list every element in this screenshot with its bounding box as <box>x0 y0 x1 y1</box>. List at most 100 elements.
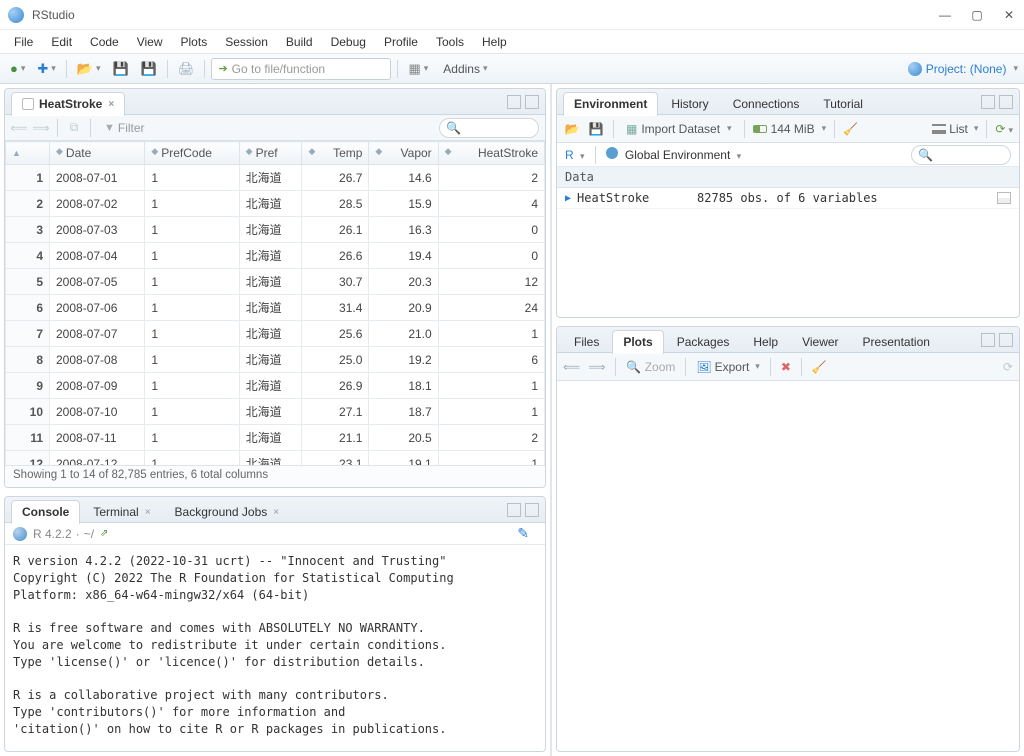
column-header-prefcode[interactable]: ◆PrefCode <box>145 142 239 165</box>
tab-terminal[interactable]: Terminal× <box>82 500 161 524</box>
new-project-button[interactable]: ✚▾ <box>33 58 59 80</box>
env-search-input[interactable]: 🔍 <box>911 145 1011 165</box>
table-row[interactable]: 92008-07-091北海道26.918.11 <box>6 373 545 399</box>
pane-maximize-icon[interactable] <box>999 333 1013 347</box>
menu-help[interactable]: Help <box>474 33 515 51</box>
open-file-button[interactable]: 📂▾ <box>73 58 105 80</box>
tab-environment[interactable]: Environment <box>563 92 658 116</box>
tab-plots[interactable]: Plots <box>612 330 663 354</box>
clear-workspace-icon[interactable]: 🧹 <box>843 122 858 136</box>
grid-tool-button[interactable]: ▦▾ <box>404 58 432 80</box>
table-row[interactable]: 72008-07-071北海道25.621.01 <box>6 321 545 347</box>
table-row[interactable]: 22008-07-021北海道28.515.94 <box>6 191 545 217</box>
close-button[interactable]: ✕ <box>1002 8 1016 22</box>
env-scope-selector[interactable]: Global Environment ▾ <box>606 147 742 162</box>
addins-menu[interactable]: Addins ▾ <box>436 58 494 80</box>
column-header-heatstroke[interactable]: ◆HeatStroke <box>438 142 544 165</box>
prev-plot-icon[interactable]: ⟸ <box>563 360 580 374</box>
remove-plot-icon[interactable]: ✖ <box>781 360 791 374</box>
cell: 2008-07-07 <box>50 321 145 347</box>
view-data-icon[interactable] <box>997 192 1011 204</box>
menu-edit[interactable]: Edit <box>43 33 80 51</box>
tab-help[interactable]: Help <box>742 330 789 354</box>
tab-presentation[interactable]: Presentation <box>852 330 941 354</box>
env-variable-row[interactable]: ▶ HeatStroke 82785 obs. of 6 variables <box>557 188 1019 209</box>
menu-file[interactable]: File <box>6 33 41 51</box>
tab-connections[interactable]: Connections <box>722 92 811 116</box>
pane-minimize-icon[interactable] <box>507 503 521 517</box>
forward-icon[interactable]: ⟹ <box>33 120 49 136</box>
maximize-button[interactable]: ▢ <box>970 8 984 22</box>
table-row[interactable]: 12008-07-011北海道26.714.62 <box>6 165 545 191</box>
menu-session[interactable]: Session <box>217 33 276 51</box>
back-icon[interactable]: ⟸ <box>11 120 27 136</box>
language-selector[interactable]: R ▾ <box>565 148 585 162</box>
save-workspace-icon[interactable]: 💾 <box>587 120 605 138</box>
menu-code[interactable]: Code <box>82 33 127 51</box>
menu-build[interactable]: Build <box>278 33 321 51</box>
menu-plots[interactable]: Plots <box>173 33 216 51</box>
tab-viewer[interactable]: Viewer <box>791 330 849 354</box>
tab-heatstroke[interactable]: HeatStroke × <box>11 92 125 116</box>
column-header-pref[interactable]: ◆Pref <box>239 142 302 165</box>
table-row[interactable]: 52008-07-051北海道30.720.312 <box>6 269 545 295</box>
next-plot-icon[interactable]: ⟹ <box>588 360 605 374</box>
expand-icon[interactable]: ▶ <box>565 193 571 204</box>
menu-tools[interactable]: Tools <box>428 33 472 51</box>
tab-history[interactable]: History <box>660 92 719 116</box>
table-row[interactable]: 62008-07-061北海道31.420.924 <box>6 295 545 321</box>
pane-minimize-icon[interactable] <box>981 95 995 109</box>
new-file-button[interactable]: ●▾ <box>6 58 29 80</box>
table-row[interactable]: 42008-07-041北海道26.619.40 <box>6 243 545 269</box>
print-button[interactable]: 🖨 <box>174 58 199 80</box>
clear-console-icon[interactable]: ✎ <box>517 525 529 542</box>
tab-tutorial[interactable]: Tutorial <box>812 92 874 116</box>
project-menu[interactable]: Project: (None) ▾ <box>908 62 1018 76</box>
clear-plots-icon[interactable]: 🧹 <box>812 360 827 374</box>
tab-background-jobs[interactable]: Background Jobs× <box>164 500 291 524</box>
minimize-button[interactable]: ― <box>938 8 952 22</box>
zoom-button[interactable]: 🔍 Zoom <box>626 360 675 374</box>
tab-files[interactable]: Files <box>563 330 610 354</box>
pane-minimize-icon[interactable] <box>981 333 995 347</box>
refresh-icon[interactable]: ⟳▾ <box>995 122 1013 136</box>
table-row[interactable]: 122008-07-121北海道23.119.11 <box>6 451 545 466</box>
table-row[interactable]: 102008-07-101北海道27.118.71 <box>6 399 545 425</box>
tab-close-icon[interactable]: × <box>145 507 151 518</box>
tab-packages[interactable]: Packages <box>666 330 741 354</box>
menu-view[interactable]: View <box>129 33 171 51</box>
refresh-plots-icon[interactable]: ⟳ <box>1003 360 1013 374</box>
import-dataset-menu[interactable]: ▦ Import Dataset ▾ <box>622 122 736 136</box>
table-row[interactable]: 32008-07-031北海道26.116.30 <box>6 217 545 243</box>
data-search-input[interactable]: 🔍 <box>439 118 539 138</box>
menu-debug[interactable]: Debug <box>323 33 374 51</box>
load-workspace-icon[interactable]: 📂 <box>563 120 581 138</box>
export-menu[interactable]: 🖼 Export ▾ <box>696 360 759 374</box>
save-all-button[interactable]: 💾 <box>137 58 161 80</box>
pane-maximize-icon[interactable] <box>999 95 1013 109</box>
save-button[interactable]: 💾 <box>109 58 133 80</box>
column-header-temp[interactable]: ◆Temp <box>302 142 369 165</box>
tab-console[interactable]: Console <box>11 500 80 524</box>
table-row[interactable]: 82008-07-081北海道25.019.26 <box>6 347 545 373</box>
row-number: 7 <box>6 321 50 347</box>
column-header-vapor[interactable]: ◆Vapor <box>369 142 438 165</box>
rownum-header[interactable]: ▲ <box>6 142 50 165</box>
env-view-mode[interactable]: List ▾ <box>932 122 978 136</box>
tab-close-icon[interactable]: × <box>108 99 114 110</box>
tab-close-icon[interactable]: × <box>273 507 279 518</box>
goto-file-input[interactable]: ➔ Go to file/function <box>211 58 391 80</box>
filter-button[interactable]: ▼ Filter <box>99 120 150 136</box>
open-wd-icon[interactable]: ⇗ <box>100 528 108 539</box>
menu-profile[interactable]: Profile <box>376 33 426 51</box>
show-in-window-icon[interactable]: ⧉ <box>66 120 82 136</box>
memory-indicator[interactable]: 144 MiB ▾ <box>753 122 827 136</box>
pane-maximize-icon[interactable] <box>525 503 539 517</box>
console-output[interactable]: R version 4.2.2 (2022-10-31 ucrt) -- "In… <box>5 545 545 751</box>
data-grid[interactable]: ▲◆Date◆PrefCode◆Pref◆Temp◆Vapor◆HeatStro… <box>5 141 545 465</box>
cell: 19.1 <box>369 451 438 466</box>
pane-maximize-icon[interactable] <box>525 95 539 109</box>
pane-minimize-icon[interactable] <box>507 95 521 109</box>
column-header-date[interactable]: ◆Date <box>50 142 145 165</box>
table-row[interactable]: 112008-07-111北海道21.120.52 <box>6 425 545 451</box>
